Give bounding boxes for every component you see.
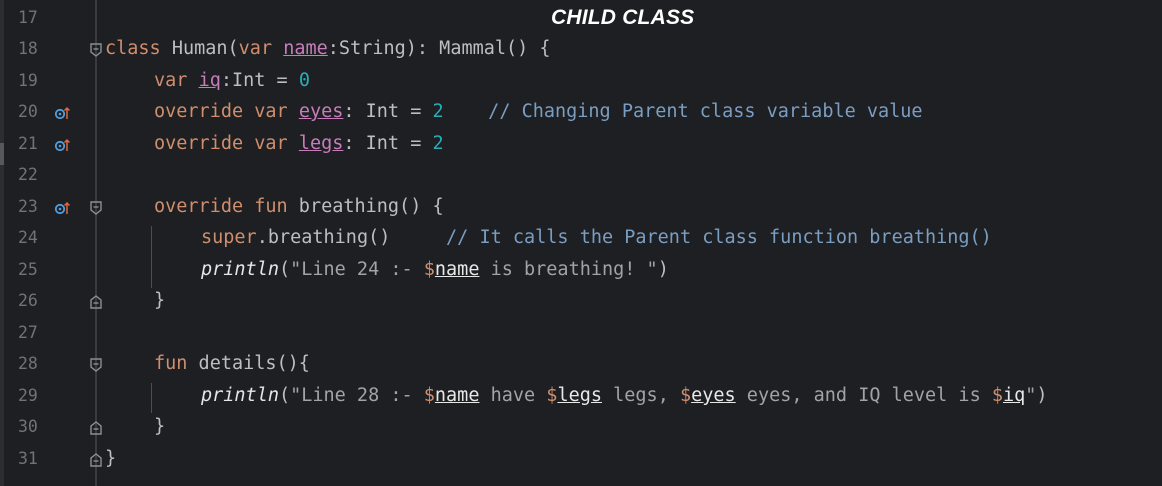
line-number: 19 [18, 71, 38, 90]
line-number: 22 [18, 165, 38, 184]
code-text: } [154, 290, 166, 311]
code-line-27[interactable]: 27 [0, 319, 1162, 350]
override-up-icon[interactable] [54, 105, 70, 121]
line-number: 18 [18, 39, 38, 58]
fold-close-icon[interactable] [89, 452, 103, 468]
code-line-29[interactable]: 29 println("Line 28 :- $name have $legs … [0, 382, 1162, 413]
line-number: 23 [18, 197, 38, 216]
code-line-25[interactable]: 25 println("Line 24 :- $name is breathin… [0, 256, 1162, 287]
code-line-21[interactable]: 21 override var legs: Int = 2 [0, 130, 1162, 161]
code-text: var iq:Int = 0 [154, 70, 310, 91]
line-number: 20 [18, 102, 38, 121]
line-number: 31 [18, 449, 38, 468]
fold-open-icon[interactable] [89, 357, 103, 373]
code-line-20[interactable]: 20 override var eyes: Int = 2 // Changin… [0, 98, 1162, 129]
override-up-icon[interactable] [54, 137, 70, 153]
code-line-28[interactable]: 28 fun details(){ [0, 350, 1162, 381]
code-text: super.breathing() // It calls the Parent… [201, 227, 992, 248]
code-line-24[interactable]: 24 super.breathing() // It calls the Par… [0, 224, 1162, 255]
code-text: println("Line 28 :- $name have $legs leg… [201, 385, 1048, 406]
code-text: class Human(var name:String): Mammal() { [105, 38, 551, 59]
code-line-23[interactable]: 23 override fun breathing() { [0, 193, 1162, 224]
fold-open-icon[interactable] [89, 42, 103, 58]
code-line-22[interactable]: 22 [0, 161, 1162, 192]
code-text: } [154, 416, 166, 437]
line-number: 17 [18, 8, 38, 27]
line-number: 21 [18, 134, 38, 153]
code-text: println("Line 24 :- $name is breathing! … [201, 259, 669, 280]
code-text: } [105, 448, 117, 469]
line-number: 30 [18, 417, 38, 436]
code-text: override var eyes: Int = 2 // Changing P… [154, 101, 923, 122]
line-number: 26 [18, 291, 38, 310]
fold-close-icon[interactable] [89, 420, 103, 436]
code-line-17[interactable]: 17 [0, 4, 1162, 35]
line-number: 28 [18, 354, 38, 373]
line-number: 25 [18, 260, 38, 279]
code-line-26[interactable]: 26 } [0, 287, 1162, 318]
code-text: override fun breathing() { [154, 196, 444, 217]
override-up-icon[interactable] [54, 200, 70, 216]
fold-close-icon[interactable] [89, 294, 103, 310]
code-line-19[interactable]: 19 var iq:Int = 0 [0, 67, 1162, 98]
fold-open-icon[interactable] [89, 200, 103, 216]
code-line-18[interactable]: 18 class Human(var name:String): Mammal(… [0, 35, 1162, 66]
code-line-30[interactable]: 30 } [0, 413, 1162, 444]
code-line-31[interactable]: 31 } [0, 445, 1162, 476]
line-number: 24 [18, 228, 38, 247]
line-number: 29 [18, 386, 38, 405]
line-number: 27 [18, 323, 38, 342]
code-text: override var legs: Int = 2 [154, 133, 444, 154]
code-text: fun details(){ [154, 353, 310, 374]
